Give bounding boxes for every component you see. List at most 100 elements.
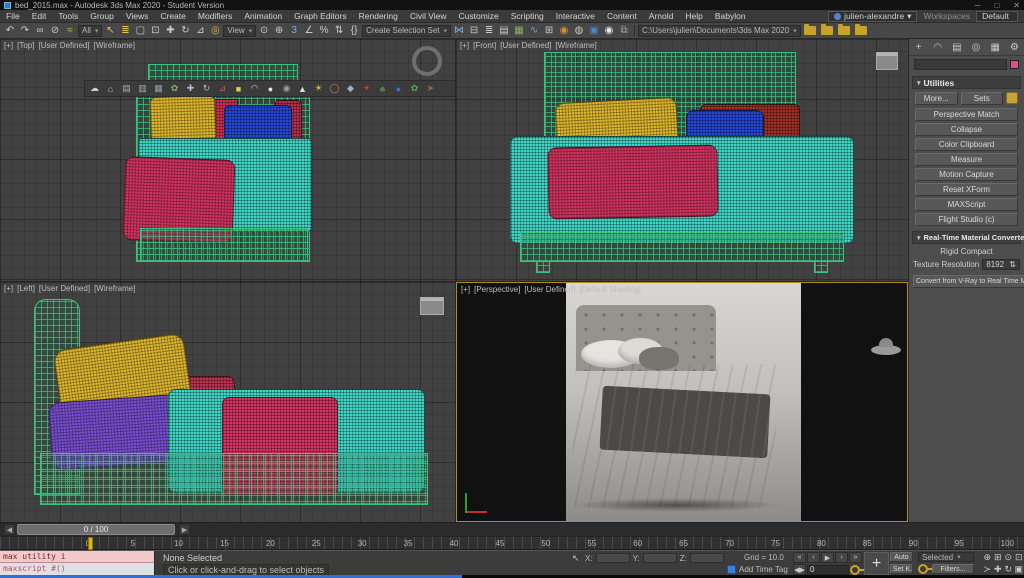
go-to-end-button[interactable]: » — [849, 552, 862, 563]
utility-button[interactable]: Measure — [915, 153, 1018, 166]
menu-item[interactable]: Customize — [453, 11, 505, 21]
viewport-left[interactable]: [+][Left][User Defined][Wireframe] — [0, 282, 455, 522]
yellow-pillow-wire-top[interactable] — [149, 95, 217, 144]
menu-item[interactable]: Tools — [52, 11, 84, 21]
bed-frame-wire-left[interactable] — [40, 453, 428, 505]
menu-item[interactable]: Graph Editors — [288, 11, 352, 21]
viewport-label-part[interactable]: [+] — [4, 284, 13, 293]
angle-snap-icon[interactable]: ∠ — [302, 24, 316, 38]
export-folder-icon[interactable] — [855, 26, 867, 35]
viewport-label-part[interactable]: [Perspective] — [474, 285, 520, 294]
previous-frame-button[interactable]: ‹ — [807, 552, 820, 563]
render-setup-icon[interactable]: ◍ — [572, 24, 586, 38]
utility-button[interactable]: Perspective Match — [915, 108, 1018, 121]
use-pivot-point-center-icon[interactable]: ⊙ — [257, 24, 271, 38]
percent-snap-icon[interactable]: % — [317, 24, 331, 38]
viewport-front[interactable]: [+][Front][User Defined][Wireframe] — [456, 39, 908, 281]
dark-throw-shaded[interactable] — [599, 386, 770, 459]
viewcube-icon[interactable] — [420, 297, 444, 315]
select-and-manipulate-icon[interactable]: ⊕ — [272, 24, 286, 38]
viewport-label-part[interactable]: [Left] — [17, 284, 35, 293]
bed-frame-wire-front[interactable] — [520, 232, 844, 262]
select-by-name-icon[interactable]: ≣ — [118, 24, 132, 38]
utility-button[interactable]: MAXScript — [915, 198, 1018, 211]
y-coordinate-field[interactable] — [643, 553, 677, 563]
viewport-label-part[interactable]: [Wireframe] — [94, 284, 135, 293]
menu-item[interactable]: Edit — [26, 11, 53, 21]
current-frame-marker[interactable] — [88, 537, 93, 550]
viewport-top[interactable]: [+][Top][User Defined][Wireframe] ☁⌂▤▥▦✿… — [0, 39, 455, 281]
mirror-icon[interactable]: ⋈ — [452, 24, 466, 38]
track-bar[interactable]: 0510152025303540455055606570758085909510… — [0, 536, 1024, 550]
sphere-primitive-icon[interactable]: ● — [263, 82, 278, 96]
time-configuration-button[interactable]: + — [864, 552, 889, 575]
sets-button[interactable]: Sets — [961, 92, 1004, 105]
menu-item[interactable]: Modifiers — [192, 11, 238, 21]
time-slider-handle[interactable]: 0 / 100 — [17, 524, 175, 535]
select-and-rotate-icon[interactable]: ↻ — [178, 24, 192, 38]
menu-item[interactable]: Rendering — [353, 11, 404, 21]
viewport-label-part[interactable]: [User Defined] — [524, 285, 575, 294]
scene-explorer-icon[interactable]: ≣ — [482, 24, 496, 38]
menu-item[interactable]: Views — [120, 11, 155, 21]
tab-display[interactable]: ▦ — [988, 40, 1003, 54]
render-iterative-icon[interactable]: ⧉ — [617, 24, 631, 38]
plant-icon[interactable]: ✿ — [167, 82, 182, 96]
card-icon[interactable]: ▥ — [135, 82, 150, 96]
rendered-frame-window-icon[interactable]: ▣ — [587, 24, 601, 38]
rtmc-rollout-header[interactable]: ▾ Real-Time Material Converter — [912, 231, 1021, 244]
tab-utilities[interactable]: ⚙ — [1007, 40, 1022, 54]
key-filters-icon[interactable] — [918, 564, 928, 574]
color-swatch[interactable] — [1010, 60, 1019, 69]
menu-item[interactable]: Babylon — [709, 11, 752, 21]
bed-leg-wire-front[interactable] — [536, 261, 550, 273]
menu-item[interactable]: Civil View — [404, 11, 453, 21]
zoom-region-icon[interactable]: ⊡ — [1014, 551, 1024, 563]
tab-create[interactable]: + — [911, 40, 926, 54]
go-to-start-button[interactable]: « — [793, 552, 806, 563]
current-frame-field[interactable] — [807, 565, 849, 575]
schematic-view-icon[interactable]: ⊞ — [542, 24, 556, 38]
next-frame-button[interactable]: ▶ — [179, 524, 190, 535]
unlink-selection-icon[interactable]: ⊘ — [48, 24, 62, 38]
tab-hierarchy[interactable]: ▤ — [949, 40, 964, 54]
utility-button[interactable]: Flight Studio (c) — [915, 213, 1018, 226]
edit-named-selection-sets-icon[interactable]: {} — [347, 24, 361, 38]
key-mode-toggle[interactable]: ◀▶ — [793, 564, 806, 575]
redo-icon[interactable]: ↷ — [18, 24, 32, 38]
select-and-link-icon[interactable]: ∞ — [33, 24, 47, 38]
menu-item[interactable]: Create — [154, 11, 192, 21]
cloud-icon[interactable]: ☁ — [87, 82, 102, 96]
spinner-icon[interactable]: ⇅ — [1009, 260, 1016, 269]
shaded-bed-render[interactable] — [566, 283, 801, 521]
render-production-icon[interactable]: ◉ — [602, 24, 616, 38]
spray-icon[interactable]: ✦ — [359, 82, 374, 96]
gem-icon[interactable]: ◆ — [343, 82, 358, 96]
viewcube-icon[interactable] — [871, 345, 901, 355]
listener-input-line[interactable]: maxscript #() — [0, 563, 154, 575]
bird-icon[interactable]: ➤ — [423, 82, 438, 96]
zoom-icon[interactable]: ⊕ — [982, 551, 993, 563]
undo-icon[interactable]: ↶ — [3, 24, 17, 38]
curve-editor-icon[interactable]: ∿ — [527, 24, 541, 38]
tree-icon[interactable]: ♣ — [375, 82, 390, 96]
utility-button[interactable]: Collapse — [915, 123, 1018, 136]
reference-coordinate-dropdown[interactable]: View▾ — [223, 25, 256, 37]
close-button[interactable]: ✕ — [1013, 1, 1020, 10]
select-and-move-icon[interactable]: ✚ — [163, 24, 177, 38]
viewport-label-part[interactable]: [User Defined] — [500, 41, 551, 50]
named-selection-sets-dropdown[interactable]: Create Selection Set▾ — [362, 25, 451, 37]
layer-explorer-icon[interactable]: ▤ — [497, 24, 511, 38]
listener-output-line[interactable]: max utility i — [0, 551, 154, 563]
viewport-perspective[interactable]: [+][Perspective][User Defined][Default S… — [456, 282, 908, 522]
zoom-all-icon[interactable]: ⊞ — [993, 551, 1004, 563]
tab-modify[interactable]: ◠ — [930, 40, 945, 54]
previous-frame-button[interactable]: ◀ — [4, 524, 15, 535]
utility-combo[interactable] — [914, 59, 1007, 70]
select-object-icon[interactable]: ↖ — [103, 24, 117, 38]
next-frame-button[interactable]: › — [835, 552, 848, 563]
fov-icon[interactable]: ≻ — [982, 563, 993, 575]
menu-item[interactable]: Content — [601, 11, 643, 21]
move-tool-icon[interactable]: ✚ — [183, 82, 198, 96]
toggle-ribbon-icon[interactable]: ▦ — [512, 24, 526, 38]
